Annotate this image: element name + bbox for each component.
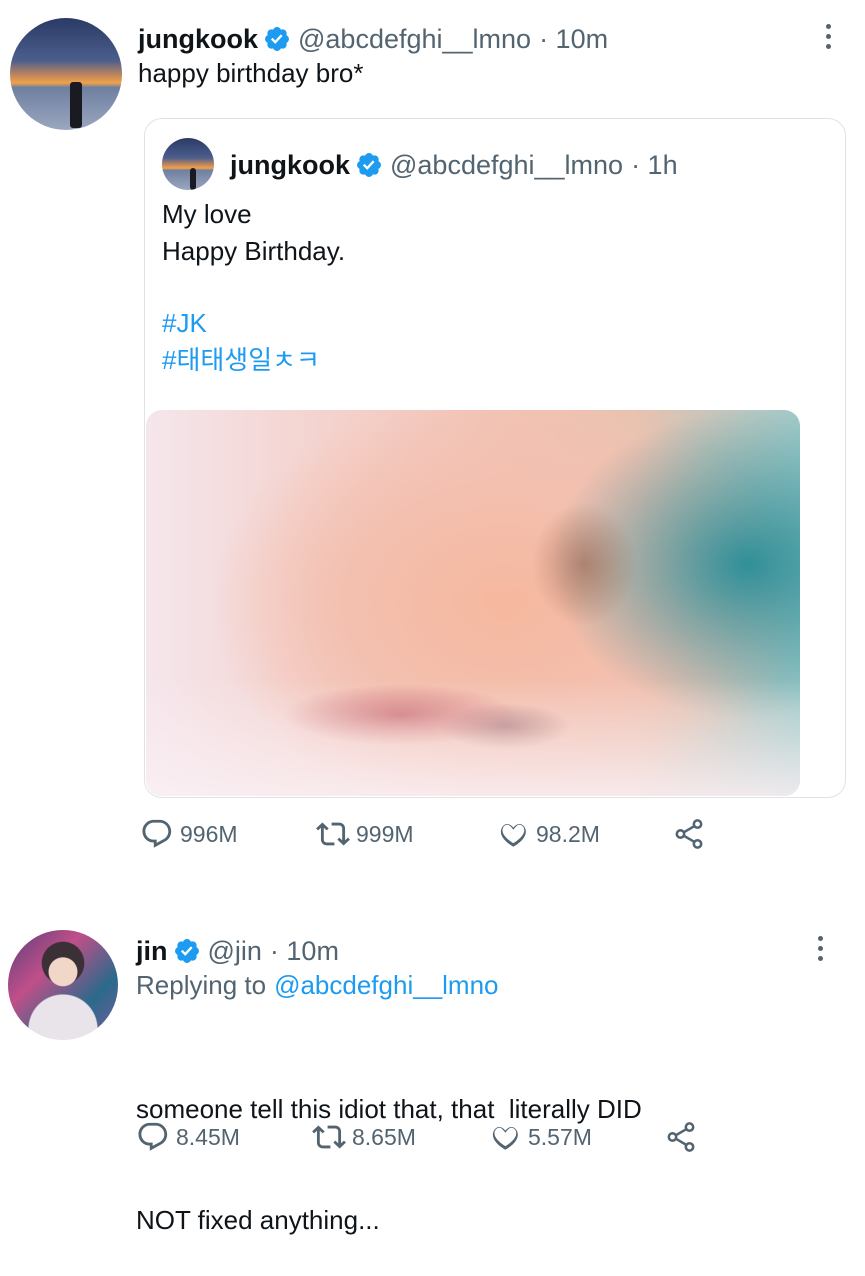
tweet-text: happy birthday bro* [138,58,364,88]
replying-to: Replying to @abcdefghi__lmno [136,967,499,1004]
hashtag-link[interactable]: #JK [162,305,345,342]
share-icon [667,1122,695,1152]
quoted-display-name: jungkook [230,149,350,180]
verified-badge-icon [265,27,289,51]
retweet-button[interactable]: 8.65M [312,1120,488,1154]
quoted-handle: @abcdefghi__lmno [390,149,624,180]
tweet-header: jungkook @abcdefghi__lmno · 10m [138,20,608,58]
retweet-icon [312,1125,346,1149]
quoted-text: My love Happy Birthday. #JK #태태생일ㅊㅋ [162,196,345,379]
like-count: 98.2M [536,820,600,847]
hashtag-link[interactable]: #태태생일ㅊㅋ [162,342,345,379]
like-button[interactable]: 98.2M [496,817,672,851]
reply-icon [142,819,172,848]
like-icon [492,1127,518,1150]
tweet-header: jin @jin · 10m [136,932,339,970]
share-button[interactable] [672,817,712,851]
more-icon[interactable] [822,24,834,49]
retweet-button[interactable]: 999M [316,817,496,851]
reply-count: 996M [180,820,238,847]
verified-badge-icon [357,153,381,177]
quoted-header: jungkook @abcdefghi__lmno · 1h [230,146,678,184]
quoted-line: My love [162,199,252,229]
display-name[interactable]: jin [136,936,168,967]
handle[interactable]: @abcdefghi__lmno [298,24,531,55]
reply-button[interactable]: 8.45M [136,1120,312,1154]
verified-badge-icon [174,939,199,963]
reply-icon [138,1122,168,1151]
like-icon [500,824,526,847]
share-button[interactable] [664,1120,704,1154]
display-name[interactable]: jungkook [138,24,258,55]
avatar[interactable] [8,930,118,1040]
handle[interactable]: @jin [208,936,262,967]
tweet-line: NOT fixed anything... [136,1205,380,1235]
avatar-figure [190,168,196,190]
quoted-timestamp: · 1h [631,149,678,180]
retweet-icon [316,822,350,846]
like-button[interactable]: 5.57M [488,1120,664,1154]
avatar-figure [70,82,82,128]
retweet-count: 999M [356,820,414,847]
like-count: 5.57M [528,1123,592,1150]
retweet-count: 8.65M [352,1123,416,1150]
tweet-actions: 996M 999M 98.2M [140,815,712,853]
avatar[interactable] [10,18,122,130]
timestamp[interactable]: · 10m [270,936,339,967]
reply-button[interactable]: 996M [140,817,316,851]
timestamp[interactable]: · 10m [539,24,608,55]
reply-count: 8.45M [176,1123,240,1150]
replying-to-label: Replying to [136,970,267,1000]
quoted-line: Happy Birthday. [162,236,346,266]
replying-to-handle[interactable]: @abcdefghi__lmno [274,967,498,1004]
tweet-actions: 8.45M 8.65M 5.57M [136,1118,704,1156]
more-icon[interactable] [814,936,826,961]
share-icon [675,819,703,849]
media-image[interactable] [146,410,800,796]
quoted-avatar [162,138,214,190]
